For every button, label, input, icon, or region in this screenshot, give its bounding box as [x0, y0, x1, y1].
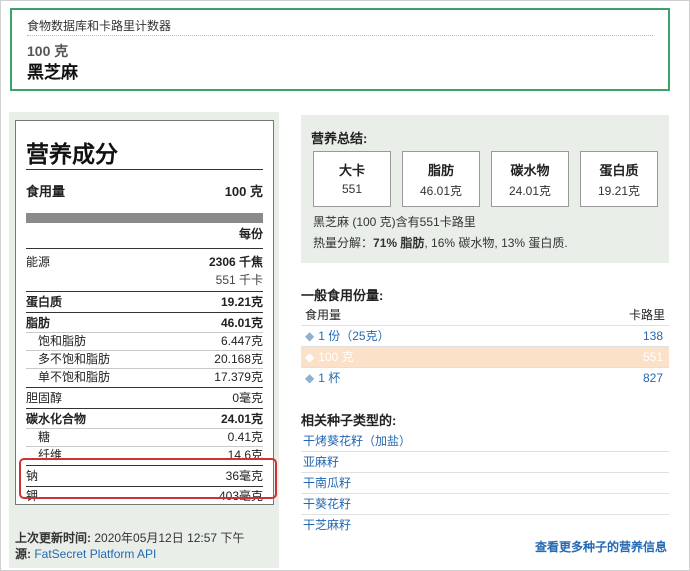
serving-row-label: 100 克 — [318, 350, 354, 364]
summary-box-calories: 大卡 551 — [313, 151, 391, 207]
fat-value: 46.01克 — [220, 316, 263, 330]
common-servings-header: 食用量 卡路里 — [301, 305, 669, 325]
related-item-link[interactable]: 干烤葵花籽（加盐） — [301, 431, 669, 452]
fat-row: 脂肪 46.01克 — [26, 314, 263, 332]
breakdown-rest: , 16% 碳水物, 13% 蛋白质. — [424, 236, 568, 250]
serving-row-label: 1 份（25克） — [318, 329, 390, 343]
serving-row[interactable]: ◆ 1 杯 827 — [301, 367, 669, 388]
divider — [26, 169, 263, 170]
nutrition-facts-label: 营养成分 食用量 100 克 每份 能源 2306 千焦 551 千卡 蛋白质 … — [15, 120, 274, 505]
summary-box-label: 脂肪 — [427, 163, 454, 178]
carbohydrate-row: 碳水化合物 24.01克 — [26, 410, 263, 428]
nutrition-facts-title: 营养成分 — [26, 141, 118, 167]
polyunsaturated-fat-row: 多不饱和脂肪 20.168克 — [26, 350, 263, 368]
sugar-row: 糖 0.41克 — [26, 428, 263, 446]
monounsaturated-fat-row: 单不饱和脂肪 17.379克 — [26, 368, 263, 386]
related-item-link[interactable]: 亚麻籽 — [301, 452, 669, 473]
bullet-icon: ◆ — [305, 329, 315, 343]
food-header: 食物数据库和卡路里计数器 100 克 黑芝麻 — [10, 8, 670, 91]
summary-box-value: 24.01克 — [508, 184, 552, 198]
energy-kcal-value: 551 千卡 — [215, 273, 263, 287]
serving-size-row: 食用量 100 克 — [26, 183, 263, 201]
saturated-fat-label: 饱和脂肪 — [38, 334, 87, 348]
bullet-icon: ◆ — [305, 350, 315, 364]
protein-row: 蛋白质 19.21克 — [26, 293, 263, 311]
food-name-title: 黑芝麻 — [27, 63, 78, 82]
serving-size-label: 食用量 — [26, 184, 66, 199]
protein-label: 蛋白质 — [26, 295, 63, 309]
summary-box-label: 蛋白质 — [599, 163, 639, 178]
breakdown-prefix: 热量分解： — [313, 236, 374, 250]
source-label: 源: — [15, 547, 31, 561]
saturated-fat-value: 6.447克 — [220, 334, 263, 348]
divider — [26, 312, 263, 313]
divider — [26, 408, 263, 409]
summary-box-value: 551 — [341, 182, 363, 196]
divider — [26, 291, 263, 292]
summary-box-label: 大卡 — [338, 163, 365, 178]
energy-kj-value: 2306 千焦 — [208, 255, 263, 269]
per-serving-row: 每份 — [26, 225, 263, 243]
serving-row-calories: 827 — [642, 371, 663, 385]
nutrition-summary-panel: 营养总结: 大卡 551 脂肪 46.01克 碳水物 24.01克 蛋白质 19… — [301, 115, 669, 263]
calories-column-header: 卡路里 — [628, 308, 665, 322]
summary-box-carbs: 碳水物 24.01克 — [491, 151, 569, 207]
polyunsaturated-fat-label: 多不饱和脂肪 — [38, 352, 111, 366]
source-link[interactable]: FatSecret Platform API — [34, 547, 156, 561]
summary-title: 营养总结: — [311, 131, 368, 146]
polyunsaturated-fat-value: 20.168克 — [214, 352, 263, 366]
energy-kcal-row: 551 千卡 — [26, 271, 263, 289]
sodium-potassium-highlight — [19, 458, 277, 499]
monounsaturated-fat-label: 单不饱和脂肪 — [38, 370, 111, 384]
bullet-icon: ◆ — [305, 371, 315, 385]
serving-size-value: 100 克 — [224, 184, 263, 199]
updated-value: 2020年05月12日 12:57 下午 — [94, 531, 245, 545]
summary-box-protein: 蛋白质 19.21克 — [580, 151, 658, 207]
cholesterol-value: 0毫克 — [232, 391, 263, 405]
thick-divider — [26, 213, 263, 223]
summary-box-value: 19.21克 — [597, 184, 641, 198]
cholesterol-label: 胆固醇 — [26, 391, 63, 405]
sugar-value: 0.41克 — [227, 430, 263, 444]
sugar-label: 糖 — [38, 430, 51, 444]
energy-label: 能源 — [26, 255, 51, 269]
per-serving-label: 每份 — [238, 227, 263, 241]
serving-row-label: 1 杯 — [318, 371, 341, 385]
header-divider — [27, 35, 653, 36]
related-types-title: 相关种子类型的: — [301, 413, 397, 428]
carbohydrate-value: 24.01克 — [220, 412, 263, 426]
serving-row-calories: 138 — [642, 329, 663, 343]
serving-row-calories: 551 — [642, 350, 663, 364]
serving-row[interactable]: ◆ 1 份（25克） 138 — [301, 325, 669, 346]
summary-box-fat: 脂肪 46.01克 — [402, 151, 480, 207]
common-servings-title: 一般食用份量: — [301, 288, 384, 303]
saturated-fat-row: 饱和脂肪 6.447克 — [26, 332, 263, 350]
breakdown-fat: 71% 脂肪 — [373, 236, 425, 250]
page-frame: 食物数据库和卡路里计数器 100 克 黑芝麻 营养成分 食用量 100 克 每份… — [0, 0, 690, 571]
protein-value: 19.21克 — [220, 295, 263, 309]
summary-calorie-text: 黑芝麻 (100 克)含有551卡路里 — [313, 215, 476, 229]
summary-box-label: 碳水物 — [510, 163, 550, 178]
update-info: 上次更新时间: 2020年05月12日 12:57 下午 源: FatSecre… — [15, 530, 265, 562]
breadcrumb[interactable]: 食物数据库和卡路里计数器 — [27, 17, 171, 34]
summary-breakdown-text: 热量分解：71% 脂肪, 16% 碳水物, 13% 蛋白质. — [313, 234, 568, 251]
updated-label: 上次更新时间: — [15, 531, 91, 545]
cholesterol-row: 胆固醇 0毫克 — [26, 389, 263, 407]
nutrition-panel: 营养成分 食用量 100 克 每份 能源 2306 千焦 551 千卡 蛋白质 … — [9, 112, 279, 568]
related-item-link[interactable]: 干南瓜籽 — [301, 473, 669, 494]
serving-row-selected[interactable]: ◆ 100 克 551 — [301, 346, 669, 367]
carbohydrate-label: 碳水化合物 — [26, 412, 87, 426]
energy-row: 能源 2306 千焦 — [26, 253, 263, 271]
related-item-link[interactable]: 干葵花籽 — [301, 494, 669, 515]
monounsaturated-fat-value: 17.379克 — [214, 370, 263, 384]
divider — [26, 387, 263, 388]
summary-box-value: 46.01克 — [419, 184, 463, 198]
more-seeds-link[interactable]: 查看更多种子的营养信息 — [535, 538, 667, 555]
serving-column-header: 食用量 — [305, 308, 342, 322]
related-item-link[interactable]: 干芝麻籽 — [301, 515, 669, 536]
fat-label: 脂肪 — [26, 316, 51, 330]
divider — [26, 248, 263, 249]
